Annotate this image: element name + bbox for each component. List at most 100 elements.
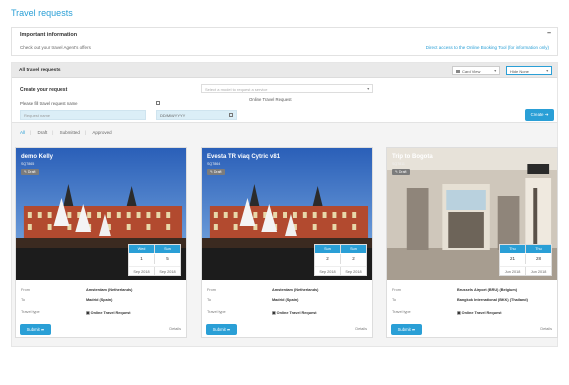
start-date: 2: [326, 256, 329, 261]
date-range: Wed Sun 1 5 Sep 2018 Sep 2018: [128, 244, 181, 276]
travel-type-text: Online Travel Request: [90, 311, 131, 315]
filter-approved[interactable]: Approved: [92, 130, 111, 135]
start-month: Sep 2018: [133, 270, 150, 274]
date-input[interactable]: DD/MM/YYYY: [156, 110, 237, 120]
end-month: Jun 2018: [525, 267, 551, 276]
date-placeholder: DD/MM/YYYY: [160, 113, 186, 118]
travel-type-label: Travel type: [21, 310, 40, 314]
from-label: From: [21, 288, 30, 292]
start-day: Thu: [509, 247, 516, 251]
from-value: Brussels Airport (BRU) (Belgium): [457, 288, 517, 292]
card-reference: SQ7865: [21, 162, 35, 166]
chevron-down-icon: ▼: [366, 87, 370, 91]
view-select-label: Card View: [462, 69, 481, 74]
chevron-down-icon: ▼: [545, 69, 549, 73]
card-reference: SQ7811: [392, 162, 405, 166]
end-day: Thu: [525, 245, 551, 253]
status-badge: ✎ Draft: [392, 169, 410, 175]
view-select[interactable]: Card View ▼: [452, 66, 500, 75]
status-label: Draft: [213, 170, 222, 174]
device-icon: ▣: [272, 311, 276, 315]
calendar-icon[interactable]: [229, 113, 233, 117]
create-request-label: Create your request: [20, 87, 68, 93]
model-select[interactable]: Select a model to request a service ▼: [201, 84, 373, 93]
model-hint: Online Travel Request: [249, 97, 292, 102]
destination-photo: Evesta TR viaq Cytric v81 SQ7864 ✎ Draft…: [202, 148, 372, 280]
info-text: Check out your travel Agent's offers: [20, 45, 91, 50]
travel-type-text: Online Travel Request: [276, 311, 317, 315]
travel-type-value: ▣ Online Travel Request: [86, 310, 131, 315]
start-day: Sun: [324, 247, 331, 251]
card-title: Evesta TR viaq Cytric v81: [207, 154, 281, 160]
info-title: Important information: [20, 32, 78, 38]
details-link[interactable]: Details: [355, 327, 367, 331]
end-day: Sun: [340, 245, 366, 253]
travel-request-card[interactable]: demo Kelly SQ7865 ✎ Draft Wed Sun 1 5 Sep …: [15, 147, 187, 338]
travel-type-label: Travel type: [207, 310, 226, 314]
travel-type-value: ▣ Online Travel Request: [272, 310, 317, 315]
status-badge: ✎ Draft: [207, 169, 225, 175]
create-request-form: Create your request Select a model to re…: [12, 78, 557, 123]
card-view-icon: [456, 70, 460, 73]
travel-request-card[interactable]: Evesta TR viaq Cytric v81 SQ7864 ✎ Draft…: [201, 147, 373, 338]
create-button[interactable]: Create ➔: [525, 109, 554, 121]
end-date: 5: [154, 254, 180, 264]
submit-button[interactable]: Submit ➦: [206, 324, 237, 335]
details-link[interactable]: Details: [540, 327, 552, 331]
device-icon: ▣: [457, 311, 461, 315]
device-icon: ▣: [86, 311, 90, 315]
requests-header: All travel requests Card View ▼ Hide Non…: [12, 63, 557, 78]
from-value: Amsterdam (Netherlands): [86, 288, 133, 292]
divider: |: [52, 130, 54, 135]
filter-all[interactable]: All: [20, 130, 25, 135]
details-link[interactable]: Details: [169, 327, 181, 331]
to-value: Bangkok International (BKK) (Thailand): [457, 298, 528, 302]
card-title: demo Kelly: [21, 154, 54, 160]
from-value: Amsterdam (Netherlands): [272, 288, 319, 292]
status-filter-tabs: All | Draft | Submitted | Approved: [20, 130, 117, 135]
end-date: 2: [340, 254, 366, 264]
important-information-panel: Important information – Check out your t…: [11, 27, 558, 56]
start-month: Jun 2018: [504, 270, 521, 274]
to-label: To: [207, 298, 212, 302]
chevron-down-icon: ▼: [493, 69, 497, 73]
filter-submitted[interactable]: Submitted: [60, 130, 80, 135]
submit-button[interactable]: Submit ➦: [20, 324, 51, 335]
start-month: Sep 2018: [319, 270, 336, 274]
from-label: From: [207, 288, 216, 292]
collapse-button[interactable]: –: [547, 30, 551, 37]
from-label: From: [392, 288, 401, 292]
page-title: Travel requests: [11, 8, 73, 18]
submit-button[interactable]: Submit ➦: [391, 324, 422, 335]
status-badge: ✎ Draft: [21, 169, 39, 175]
filter-select[interactable]: Hide None ▼: [506, 66, 552, 75]
start-day: Wed: [137, 247, 146, 251]
card-title: Trip to Bogota: [392, 154, 433, 160]
start-date: 1: [140, 256, 143, 261]
request-name-input[interactable]: Request name: [20, 110, 146, 120]
online-booking-link[interactable]: Direct access to the Online Booking Tool…: [426, 45, 549, 50]
destination-photo: Trip to Bogota SQ7811 ✎ Draft Thu Thu 21 2…: [387, 148, 557, 280]
date-range: Sun Sun 2 2 Sep 2018 Sep 2018: [314, 244, 367, 276]
filter-draft[interactable]: Draft: [37, 130, 47, 135]
destination-photo: demo Kelly SQ7865 ✎ Draft Wed Sun 1 5 Sep …: [16, 148, 186, 280]
model-select-placeholder: Select a model to request a service: [205, 87, 268, 92]
request-name-label: Please fill travel request name: [20, 101, 78, 106]
travel-type-label: Travel type: [392, 310, 411, 314]
to-label: To: [392, 298, 397, 302]
card-reference: SQ7864: [207, 162, 221, 166]
status-label: Draft: [398, 170, 407, 174]
end-day: Sun: [154, 245, 180, 253]
start-date: 21: [509, 256, 515, 261]
travel-type-text: Online Travel Request: [461, 311, 502, 315]
travel-request-card[interactable]: Trip to Bogota SQ7811 ✎ Draft Thu Thu 21 2…: [386, 147, 558, 338]
divider: |: [30, 130, 32, 135]
divider: |: [84, 130, 87, 135]
calendar-icon: [156, 101, 160, 105]
end-month: Sep 2018: [154, 267, 180, 276]
status-label: Draft: [27, 170, 36, 174]
to-value: Madrid (Spain): [272, 298, 299, 302]
travel-requests-panel: All travel requests Card View ▼ Hide Non…: [11, 62, 558, 347]
to-value: Madrid (Spain): [86, 298, 113, 302]
travel-type-value: ▣ Online Travel Request: [457, 310, 502, 315]
